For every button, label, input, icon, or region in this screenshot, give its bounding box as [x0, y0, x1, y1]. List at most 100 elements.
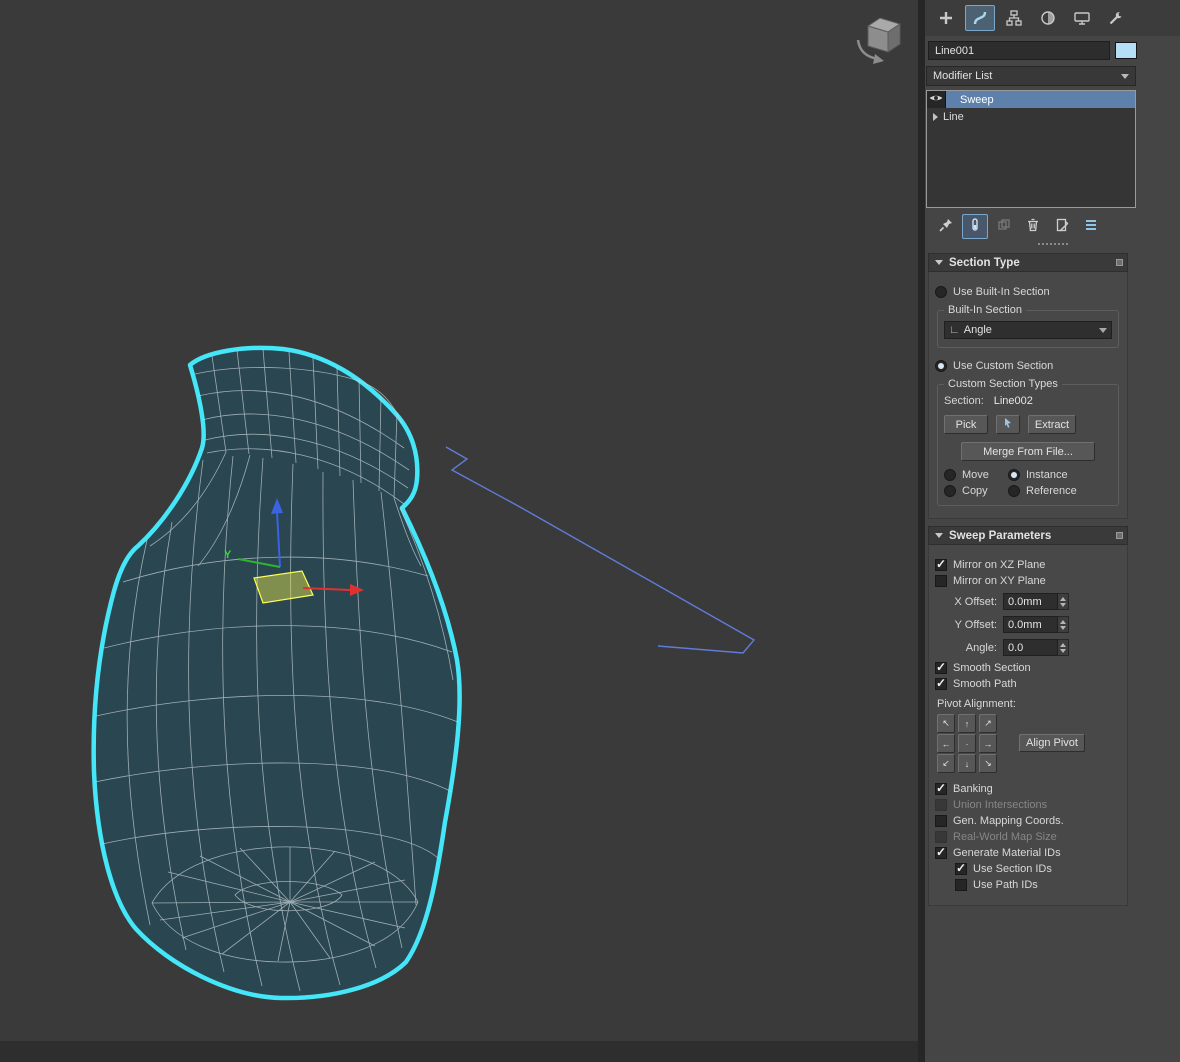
command-panel: Line001 Modifier List Sweep L — [925, 0, 1180, 1062]
y-offset-spinner[interactable]: 0.0mm — [1003, 616, 1069, 633]
section-name-row: Section: Line002 — [944, 395, 1112, 407]
tab-create[interactable] — [931, 5, 961, 31]
pick-button[interactable]: Pick — [944, 415, 988, 434]
pivot-top-button[interactable]: ↑ — [958, 714, 976, 733]
modifier-visibility-toggle[interactable] — [927, 91, 946, 108]
checkbox-smooth-section[interactable]: Smooth Section — [935, 662, 1121, 674]
checkbox-real-world-map-size: Real-World Map Size — [935, 831, 1121, 843]
create-icon — [937, 9, 955, 27]
pivot-top-right-button[interactable]: ↗ — [979, 714, 997, 733]
checkbox-label: Generate Material IDs — [953, 847, 1061, 859]
checkbox-mirror-xy[interactable]: Mirror on XY Plane — [935, 575, 1121, 587]
radio-move[interactable]: Move — [944, 469, 1004, 481]
tab-utilities[interactable] — [1101, 5, 1131, 31]
checkbox-gen-mapping-coords[interactable]: Gen. Mapping Coords. — [935, 815, 1121, 827]
radio-use-built-in-section[interactable]: Use Built-In Section — [935, 286, 1121, 298]
pivot-center-button[interactable]: · — [958, 734, 976, 753]
radio-copy[interactable]: Copy — [944, 485, 1004, 497]
pin-stack-button[interactable] — [933, 214, 959, 239]
checkbox-union-intersections: Union Intersections — [935, 799, 1121, 811]
expand-arrow-icon[interactable] — [933, 113, 938, 121]
viewport[interactable]: Y — [0, 0, 918, 1062]
y-offset-value[interactable]: 0.0mm — [1003, 616, 1058, 633]
motion-icon — [1039, 9, 1057, 27]
pivot-bottom-left-button[interactable]: ↙ — [937, 754, 955, 773]
stack-item-line[interactable]: Line — [927, 108, 1135, 125]
swept-object[interactable] — [94, 348, 460, 998]
checkbox-icon — [955, 879, 967, 891]
section-value: Line002 — [994, 395, 1033, 407]
pick-row: Pick Extract — [944, 415, 1112, 434]
edit-modifier-button[interactable] — [1049, 214, 1075, 239]
viewport-canvas[interactable]: Y — [0, 0, 918, 1062]
remove-modifier-button[interactable] — [1020, 214, 1046, 239]
pivot-bottom-button[interactable]: ↓ — [958, 754, 976, 773]
radio-label: Move — [962, 469, 989, 481]
radio-label: Use Built-In Section — [953, 286, 1050, 298]
checkbox-generate-material-ids[interactable]: Generate Material IDs — [935, 847, 1121, 859]
align-pivot-button[interactable]: Align Pivot — [1019, 734, 1085, 752]
spinner-arrows-icon[interactable] — [1058, 616, 1069, 633]
x-offset-value[interactable]: 0.0mm — [1003, 593, 1058, 610]
checkbox-use-section-ids[interactable]: Use Section IDs — [955, 863, 1121, 875]
radio-label: Reference — [1026, 485, 1077, 497]
configure-modifier-sets-button[interactable] — [1078, 214, 1104, 239]
spinner-arrows-icon[interactable] — [1058, 593, 1069, 610]
angle-value[interactable]: 0.0 — [1003, 639, 1058, 656]
radio-use-custom-section[interactable]: Use Custom Section — [935, 360, 1121, 372]
x-offset-spinner[interactable]: 0.0mm — [1003, 593, 1069, 610]
rollout-handle-icon — [1116, 532, 1123, 539]
section-spline[interactable] — [446, 447, 754, 653]
built-in-section-dropdown[interactable]: Angle — [944, 321, 1112, 339]
object-name-row: Line001 — [925, 36, 1180, 64]
object-name-input[interactable]: Line001 — [928, 41, 1110, 60]
radio-icon — [935, 360, 947, 372]
pivot-left-button[interactable]: ← — [937, 734, 955, 753]
extract-button[interactable]: Extract — [1028, 415, 1076, 434]
modify-icon — [971, 9, 989, 27]
group-label: Built-In Section — [944, 304, 1026, 316]
trash-icon — [1025, 217, 1041, 236]
pivot-bottom-right-button[interactable]: ↘ — [979, 754, 997, 773]
checkbox-icon — [955, 863, 967, 875]
rollout-section-type: Section Type Use Built-In Section Built-… — [928, 253, 1128, 519]
tab-display[interactable] — [1067, 5, 1097, 31]
checkbox-label: Smooth Path — [953, 678, 1017, 690]
display-icon — [1073, 9, 1091, 27]
object-color-swatch[interactable] — [1115, 42, 1137, 59]
radio-instance[interactable]: Instance — [1008, 469, 1112, 481]
radio-icon — [935, 286, 947, 298]
modifier-list-label: Modifier List — [933, 70, 992, 82]
checkbox-label: Mirror on XY Plane — [953, 575, 1046, 587]
cursor-pick-icon — [1002, 417, 1014, 432]
spinner-arrows-icon[interactable] — [1058, 639, 1069, 656]
checkbox-use-path-ids[interactable]: Use Path IDs — [955, 879, 1121, 891]
rollout-sweep-parameters-header[interactable]: Sweep Parameters — [928, 526, 1128, 545]
make-unique-button[interactable] — [991, 214, 1017, 239]
clone-type-radios: Move Instance Copy Reference — [944, 469, 1112, 497]
pick-object-button[interactable] — [996, 415, 1020, 434]
viewcube-icon[interactable] — [858, 18, 900, 64]
checkbox-banking[interactable]: Banking — [935, 783, 1121, 795]
tab-motion[interactable] — [1033, 5, 1063, 31]
merge-from-file-button[interactable]: Merge From File... — [961, 442, 1095, 461]
pin-icon — [938, 217, 954, 236]
tab-modify[interactable] — [965, 5, 995, 31]
tab-hierarchy[interactable] — [999, 5, 1029, 31]
chevron-down-icon — [1121, 74, 1129, 79]
rollout-section-type-header[interactable]: Section Type — [928, 253, 1128, 272]
checkbox-smooth-path[interactable]: Smooth Path — [935, 678, 1121, 690]
group-label: Custom Section Types — [944, 378, 1062, 390]
pivot-right-button[interactable]: → — [979, 734, 997, 753]
radio-reference[interactable]: Reference — [1008, 485, 1112, 497]
checkbox-mirror-xz[interactable]: Mirror on XZ Plane — [935, 559, 1121, 571]
pivot-top-left-button[interactable]: ↖ — [937, 714, 955, 733]
angle-spinner[interactable]: 0.0 — [1003, 639, 1069, 656]
object-selection-outline — [94, 348, 460, 998]
panel-drag-handle[interactable] — [1038, 243, 1068, 246]
checkbox-label: Smooth Section — [953, 662, 1031, 674]
stack-item-sweep[interactable]: Sweep — [927, 91, 1135, 108]
modifier-list-dropdown[interactable]: Modifier List — [926, 66, 1136, 86]
show-end-result-button[interactable] — [962, 214, 988, 239]
checkbox-label: Gen. Mapping Coords. — [953, 815, 1064, 827]
